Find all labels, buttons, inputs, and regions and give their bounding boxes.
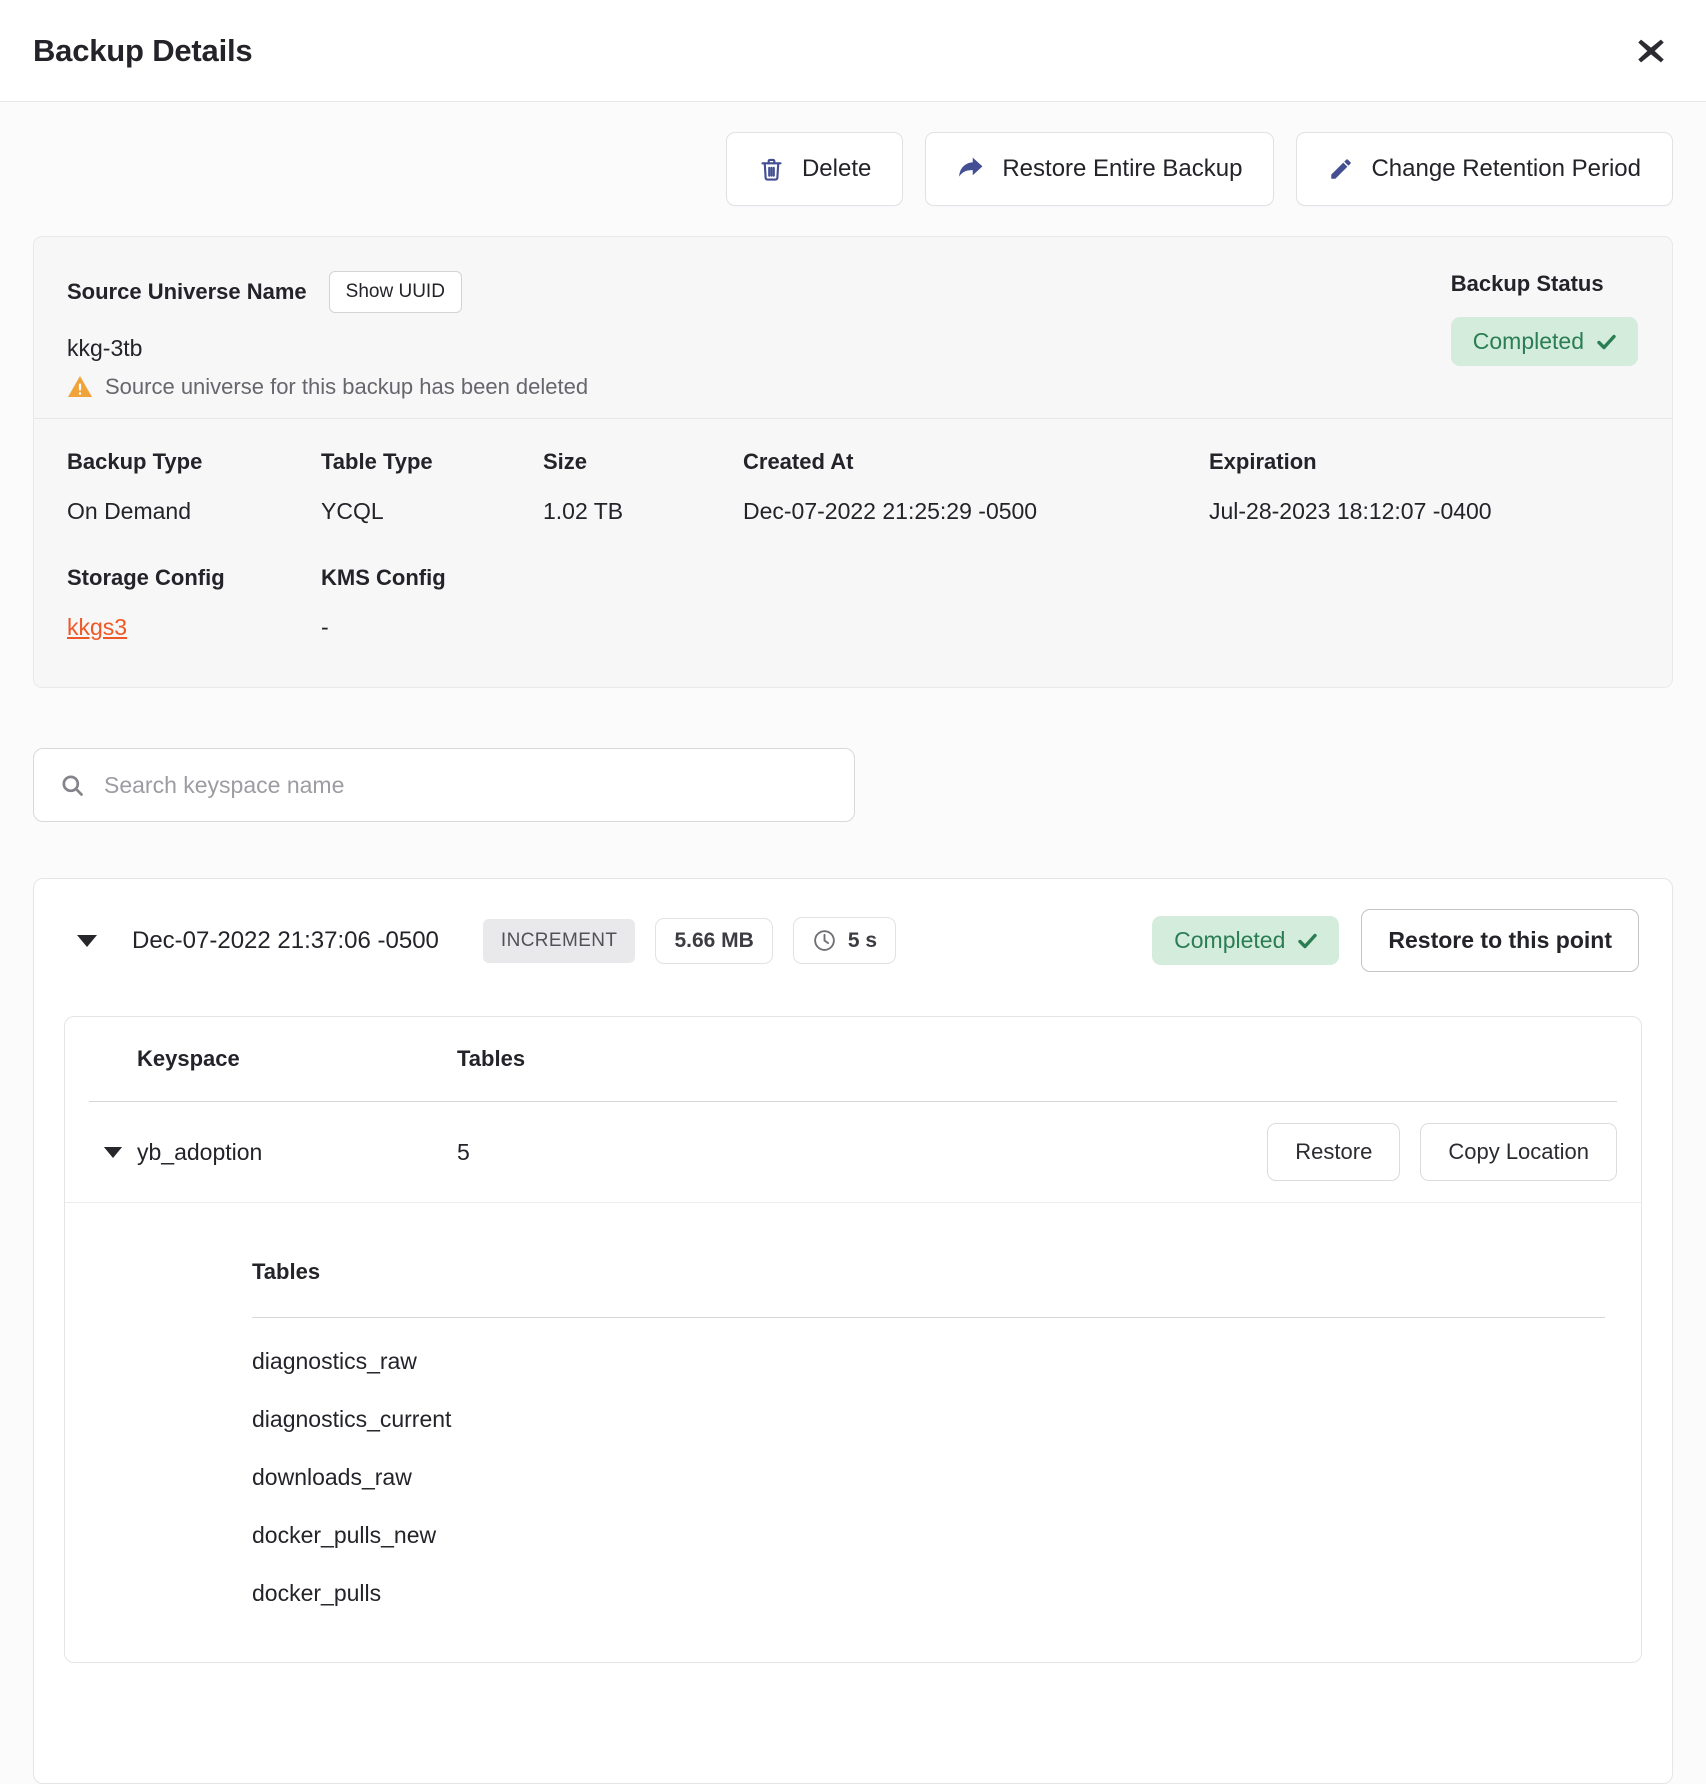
restore-entire-backup-button[interactable]: Restore Entire Backup <box>925 132 1274 206</box>
toolbar: Delete Restore Entire Backup Change Rete… <box>33 102 1673 206</box>
status-badge-text: Completed <box>1473 328 1584 355</box>
table-name-row: docker_pulls <box>252 1564 1605 1622</box>
page-title: Backup Details <box>33 33 252 69</box>
increment-duration-badge: 5 s <box>793 917 896 964</box>
keyspace-search <box>33 748 855 822</box>
check-icon <box>1597 334 1616 350</box>
show-uuid-button[interactable]: Show UUID <box>329 271 462 313</box>
check-icon <box>1298 933 1317 949</box>
delete-label: Delete <box>802 155 871 183</box>
col-tables: Tables <box>457 1046 1617 1072</box>
table-name-row: diagnostics_current <box>252 1390 1605 1448</box>
caret-down-icon <box>103 1146 123 1159</box>
tables-sublist-title: Tables <box>252 1259 1605 1285</box>
increment-status-text: Completed <box>1174 927 1285 954</box>
backup-status-block: Backup Status Completed <box>1451 271 1638 366</box>
clock-icon <box>812 928 837 953</box>
field-kms-config: KMS Config - <box>321 565 1639 641</box>
field-created-at: Created At Dec-07-2022 21:25:29 -0500 <box>743 449 1209 525</box>
increment-status-badge: Completed <box>1152 916 1339 965</box>
keyspace-collapse-button[interactable] <box>89 1142 137 1163</box>
table-name-row: docker_pulls_new <box>252 1506 1605 1564</box>
increment-timestamp: Dec-07-2022 21:37:06 -0500 <box>132 927 439 955</box>
table-name-row: diagnostics_raw <box>252 1332 1605 1390</box>
copy-location-button[interactable]: Copy Location <box>1420 1123 1617 1181</box>
increment-type-badge: INCREMENT <box>483 919 636 963</box>
search-input[interactable] <box>102 771 829 800</box>
tables-sublist: Tables diagnostics_raw diagnostics_curre… <box>65 1203 1641 1622</box>
field-backup-type: Backup Type On Demand <box>67 449 321 525</box>
increment-header: Dec-07-2022 21:37:06 -0500 INCREMENT 5.6… <box>34 879 1672 1002</box>
modal-body: Delete Restore Entire Backup Change Rete… <box>0 102 1706 1784</box>
close-button[interactable] <box>1634 34 1668 68</box>
field-expiration: Expiration Jul-28-2023 18:12:07 -0400 <box>1209 449 1639 525</box>
status-badge: Completed <box>1451 317 1638 366</box>
warning-text: Source universe for this backup has been… <box>105 374 588 400</box>
duration-text: 5 s <box>848 929 877 953</box>
restore-entire-backup-label: Restore Entire Backup <box>1002 155 1242 183</box>
restore-to-point-button[interactable]: Restore to this point <box>1361 909 1639 972</box>
change-retention-button[interactable]: Change Retention Period <box>1296 132 1673 206</box>
keyspace-name: yb_adoption <box>137 1139 457 1166</box>
keyspace-row: yb_adoption 5 Restore Copy Location <box>65 1102 1641 1202</box>
trash-icon <box>758 156 785 183</box>
keyspace-tables-count: 5 <box>457 1139 1267 1166</box>
warning-icon <box>67 375 93 399</box>
keyspace-table-card: Keyspace Tables yb_adoption 5 Restore Co… <box>64 1016 1642 1663</box>
storage-config-link[interactable]: kkgs3 <box>67 614 127 640</box>
summary-panel: Source Universe Name Show UUID kkg-3tb S… <box>33 236 1673 688</box>
summary-top: Source Universe Name Show UUID kkg-3tb S… <box>34 237 1672 418</box>
summary-fields-row: Backup Type On Demand Table Type YCQL Si… <box>34 419 1672 525</box>
restore-arrow-icon <box>957 155 985 183</box>
kms-config-value: - <box>321 614 329 640</box>
col-keyspace: Keyspace <box>137 1046 457 1072</box>
summary-config-row: Storage Config kkgs3 KMS Config - <box>34 525 1672 687</box>
increment-card: Dec-07-2022 21:37:06 -0500 INCREMENT 5.6… <box>33 878 1673 1784</box>
pencil-icon <box>1328 156 1354 182</box>
universe-deleted-warning: Source universe for this backup has been… <box>67 374 1639 400</box>
restore-keyspace-button[interactable]: Restore <box>1267 1123 1400 1181</box>
source-universe-label: Source Universe Name <box>67 279 307 305</box>
increment-size-badge: 5.66 MB <box>655 918 772 964</box>
field-size: Size 1.02 TB <box>543 449 743 525</box>
backup-status-label: Backup Status <box>1451 271 1604 297</box>
delete-button[interactable]: Delete <box>726 132 903 206</box>
field-storage-config: Storage Config kkgs3 <box>67 565 321 641</box>
caret-down-icon <box>76 934 98 948</box>
universe-name: kkg-3tb <box>67 335 1639 362</box>
close-icon <box>1634 34 1668 68</box>
table-name-row: downloads_raw <box>252 1448 1605 1506</box>
search-icon <box>59 772 86 799</box>
change-retention-label: Change Retention Period <box>1371 155 1641 183</box>
modal-header: Backup Details <box>0 0 1706 102</box>
keyspace-table-header: Keyspace Tables <box>65 1017 1641 1101</box>
field-table-type: Table Type YCQL <box>321 449 543 525</box>
increment-collapse-button[interactable] <box>72 930 102 952</box>
